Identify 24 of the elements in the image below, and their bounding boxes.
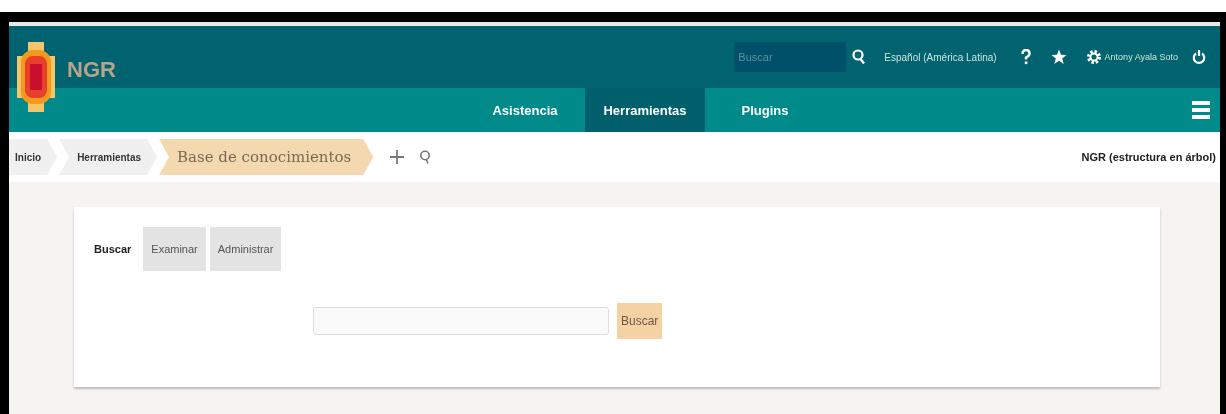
- help-icon[interactable]: [1020, 49, 1031, 65]
- breadcrumb-item[interactable]: Inicio: [9, 139, 58, 175]
- user-link[interactable]: Antony Ayala Soto: [1104, 52, 1178, 62]
- search-input-field[interactable]: [313, 307, 609, 335]
- add-icon[interactable]: [389, 149, 406, 165]
- gear-icon[interactable]: [1086, 50, 1101, 64]
- tab[interactable]: Administrar: [209, 227, 282, 271]
- search-field[interactable]: Buscar: [734, 42, 847, 72]
- tab[interactable]: Examinar: [143, 227, 206, 271]
- power-icon[interactable]: [1192, 49, 1206, 65]
- search-icon[interactable]: [419, 149, 432, 165]
- brand-name: NGR: [67, 57, 116, 83]
- breadcrumb-item[interactable]: Herramientas: [59, 139, 158, 175]
- search-button[interactable]: Buscar: [617, 303, 663, 339]
- star-icon[interactable]: [1050, 49, 1067, 65]
- tab[interactable]: Buscar: [86, 227, 140, 271]
- nav-tab[interactable]: Asistencia: [465, 88, 585, 132]
- breadcrumb-item[interactable]: Base de conocimientos: [159, 139, 374, 175]
- search-icon[interactable]: [852, 49, 867, 65]
- nav-tab[interactable]: Plugins: [705, 88, 825, 132]
- tree-structure-link[interactable]: NGR (estructura en árbol): [1081, 151, 1216, 163]
- nav-tab[interactable]: Herramientas: [585, 88, 705, 132]
- menu-icon[interactable]: [1192, 100, 1210, 120]
- language-link[interactable]: Español (América Latina): [884, 51, 997, 63]
